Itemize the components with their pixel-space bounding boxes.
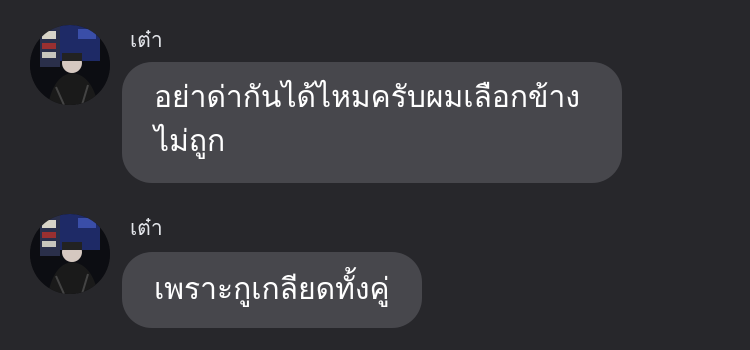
user-photo-icon <box>30 25 110 105</box>
user-photo-icon <box>30 214 110 294</box>
message-bubble[interactable]: อย่าด่ากันได้ไหมครับผมเลือกข้าง ไม่ถูก <box>122 62 622 183</box>
avatar[interactable] <box>30 214 110 294</box>
sender-name: เต๋า <box>130 28 163 52</box>
chat-thread: เต๋า อย่าด่ากันได้ไหมครับผมเลือกข้าง ไม่… <box>0 0 750 350</box>
message-bubble[interactable]: เพราะกูเกลียดทั้งคู่ <box>122 252 422 328</box>
sender-name: เต๋า <box>130 216 163 240</box>
avatar[interactable] <box>30 25 110 105</box>
